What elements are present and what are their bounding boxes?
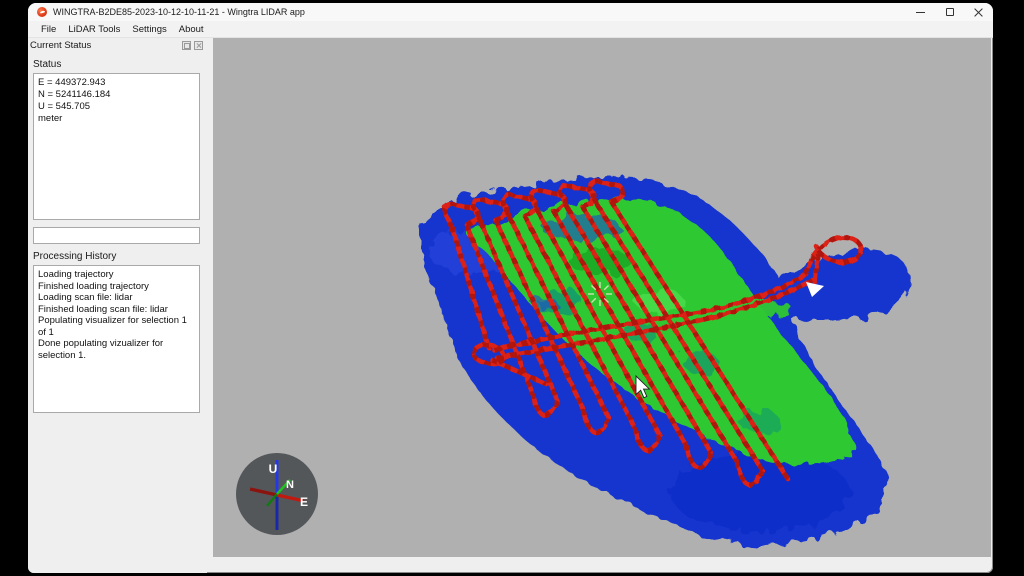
status-label: Status — [33, 59, 207, 70]
minimize-button[interactable] — [906, 3, 935, 21]
status-northing: N = 5241146.184 — [38, 89, 195, 101]
log-line: Populating visualizer for selection 1 of… — [38, 315, 195, 338]
status-up: U = 545.705 — [38, 101, 195, 113]
point-cloud-viewport[interactable]: U N E — [213, 38, 991, 557]
status-easting: E = 449372.943 — [38, 77, 195, 89]
dock-close-icon[interactable] — [194, 41, 203, 50]
close-button[interactable] — [964, 3, 993, 21]
desktop-background: WINGTRA-B2DE85-2023-10-12-10-11-21 - Win… — [0, 0, 1024, 576]
menu-file[interactable]: File — [35, 22, 62, 37]
status-readout: E = 449372.943 N = 5241146.184 U = 545.7… — [33, 73, 200, 220]
compass-north-label: N — [286, 479, 294, 491]
log-line: Loading trajectory — [38, 269, 195, 281]
close-icon — [974, 8, 983, 17]
window-controls — [906, 3, 993, 21]
log-line: Loading scan file: lidar — [38, 292, 195, 304]
current-status-panel: Current Status Status E = 449372.943 N =… — [28, 38, 207, 573]
dock-header: Current Status — [28, 38, 207, 52]
menu-about[interactable]: About — [173, 22, 210, 37]
dock-float-icon[interactable] — [182, 41, 191, 50]
menu-lidar-tools[interactable]: LiDAR Tools — [62, 22, 126, 37]
processing-history-label: Processing History — [33, 251, 207, 262]
log-line: Finished loading scan file: lidar — [38, 304, 195, 316]
processing-history-log: Loading trajectory Finished loading traj… — [33, 265, 200, 413]
dock-title: Current Status — [30, 40, 91, 51]
compass-up-label: U — [269, 462, 278, 476]
log-line: Done populating vizualizer for selection… — [38, 338, 195, 361]
app-window: WINGTRA-B2DE85-2023-10-12-10-11-21 - Win… — [28, 3, 993, 573]
command-input[interactable] — [33, 227, 200, 244]
wingtra-app-icon — [37, 7, 47, 17]
minimize-icon — [916, 12, 925, 13]
status-unit: meter — [38, 113, 195, 125]
title-bar: WINGTRA-B2DE85-2023-10-12-10-11-21 - Win… — [28, 3, 993, 21]
log-line: Finished loading trajectory — [38, 281, 195, 293]
maximize-icon — [946, 8, 954, 16]
menu-bar: File LiDAR Tools Settings About — [28, 21, 993, 38]
compass-east-label: E — [300, 495, 308, 509]
window-title: WINGTRA-B2DE85-2023-10-12-10-11-21 - Win… — [53, 7, 305, 17]
orientation-compass[interactable]: U N E — [236, 453, 318, 535]
menu-settings[interactable]: Settings — [126, 22, 172, 37]
maximize-button[interactable] — [935, 3, 964, 21]
